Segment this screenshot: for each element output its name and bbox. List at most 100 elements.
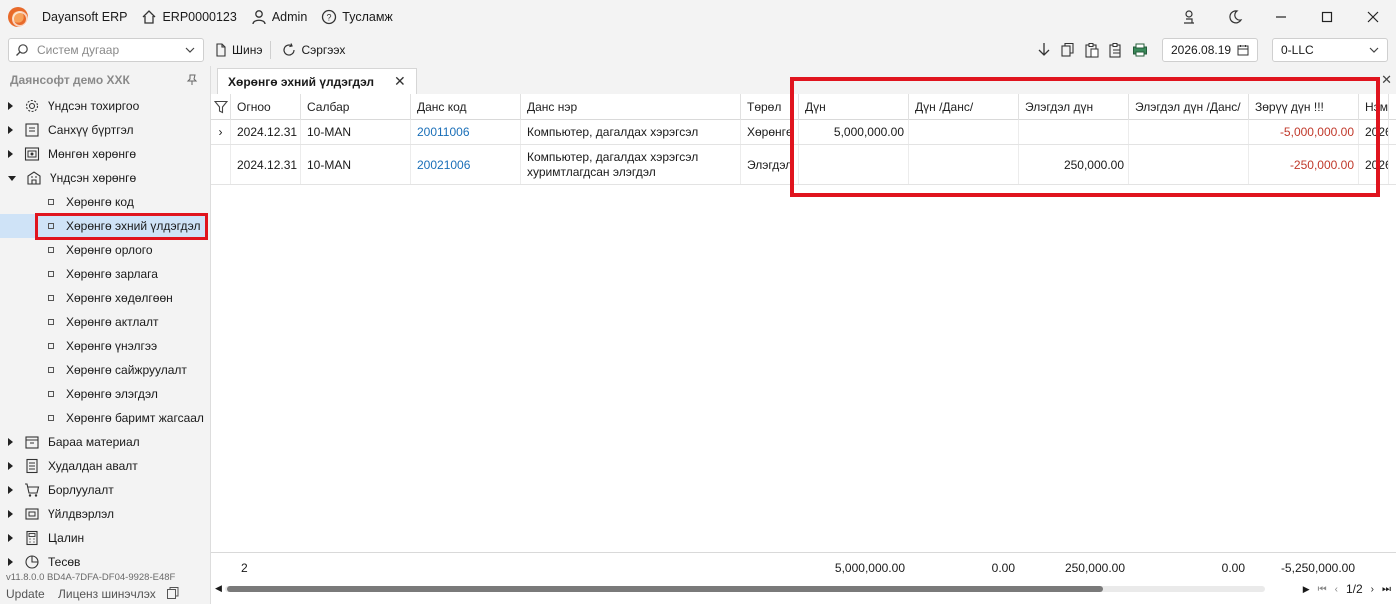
collapse-icon[interactable] <box>8 175 16 181</box>
sidebar-item-label: Мөнгөн хөрөнгө <box>48 147 137 161</box>
sidebar-item-production[interactable]: Үйлдвэрлэл <box>0 502 208 526</box>
moon-icon <box>1229 10 1243 24</box>
scroll-left-icon[interactable]: ◀ <box>215 583 222 594</box>
search-box[interactable] <box>8 38 204 62</box>
expand-icon[interactable] <box>8 438 13 446</box>
last-page-icon[interactable]: ⏭ <box>1382 584 1391 595</box>
scroll-right-icon[interactable]: ▶ <box>1303 584 1310 595</box>
column-header-amount-account[interactable]: Дүн /Данс/ <box>909 94 1019 120</box>
column-header-depreciation[interactable]: Элэгдэл дүн <box>1019 94 1129 120</box>
scroll-thumb[interactable] <box>227 586 1103 592</box>
new-button[interactable]: Шинэ <box>214 43 262 57</box>
column-header-difference[interactable]: Зөрүү дүн !!! <box>1249 94 1359 120</box>
paste-icon[interactable] <box>1084 42 1100 58</box>
filter-icon <box>213 100 228 114</box>
clipboard-icon[interactable] <box>1108 42 1124 58</box>
table-row[interactable]: › 2024.12.31 10-MAN 20011006 Компьютер, … <box>211 120 1396 145</box>
expand-icon[interactable] <box>8 126 13 134</box>
sidebar-item-purchase[interactable]: Худалдан авалт <box>0 454 208 478</box>
sidebar-subitem-asset-depreciation[interactable]: Хөрөнгө элэгдэл <box>0 382 208 406</box>
column-header-number[interactable]: Нэм <box>1359 94 1389 120</box>
sidebar-item-general-settings[interactable]: Үндсэн тохиргоо <box>0 94 208 118</box>
help-button[interactable]: ? Тусламж <box>321 9 393 25</box>
maximize-button[interactable] <box>1304 0 1350 34</box>
sidebar-item-fixed-assets[interactable]: Үндсэн хөрөнгө <box>0 166 208 190</box>
sidebar-item-sales[interactable]: Борлуулалт <box>0 478 208 502</box>
copy-icon[interactable] <box>166 586 180 600</box>
prev-page-icon[interactable]: ‹ <box>1335 584 1338 595</box>
next-page-icon[interactable]: › <box>1371 584 1374 595</box>
column-header-date[interactable]: Огноо <box>231 94 301 120</box>
first-page-icon[interactable]: ⏮ <box>1318 584 1327 595</box>
sidebar-subitem-asset-income[interactable]: Хөрөнгө орлого <box>0 238 208 262</box>
tab-opening-balance[interactable]: Хөрөнгө эхний үлдэгдэл ✕ <box>217 68 417 94</box>
assistant-button[interactable] <box>1166 0 1212 34</box>
bullet-icon <box>48 415 54 421</box>
sidebar-subitem-label: Хөрөнгө сайжруулалт <box>66 363 187 377</box>
pin-icon[interactable] <box>186 74 198 86</box>
cell-date: 2024.12.31 <box>231 120 301 144</box>
row-indicator <box>211 145 231 184</box>
sidebar-subitem-label: Хөрөнгө актлалт <box>66 315 159 329</box>
refresh-icon <box>283 43 296 56</box>
cell-account-code[interactable]: 20011006 <box>411 120 521 144</box>
cell-depreciation-account <box>1129 145 1249 184</box>
cell-account-code[interactable]: 20021006 <box>411 145 521 184</box>
expand-icon[interactable] <box>8 150 13 158</box>
column-header-amount[interactable]: Дүн <box>799 94 909 120</box>
cell-depreciation-account <box>1129 120 1249 144</box>
horizontal-scrollbar[interactable]: ◀ ▶ ⏮ ‹ 1/2 › ⏭ <box>211 582 1396 596</box>
sidebar-subitem-asset-movement[interactable]: Хөрөнгө хөдөлгөөн <box>0 286 208 310</box>
app-name: Dayansoft ERP <box>42 10 128 24</box>
sidebar-item-inventory[interactable]: Бараа материал <box>0 430 208 454</box>
date-picker[interactable]: 2026.08.19 <box>1162 38 1258 62</box>
filter-button[interactable] <box>211 94 231 120</box>
help-icon: ? <box>322 9 337 25</box>
sidebar-subitem-asset-valuation[interactable]: Хөрөнгө үнэлгээ <box>0 334 208 358</box>
column-header-account-code[interactable]: Данс код <box>411 94 521 120</box>
company-code-button[interactable]: ERP0000123 <box>141 9 237 25</box>
expand-icon[interactable] <box>8 534 13 542</box>
sidebar-item-finance[interactable]: Санхүү бүртгэл <box>0 118 208 142</box>
update-link[interactable]: Update <box>6 587 45 601</box>
dark-mode-button[interactable] <box>1212 0 1258 34</box>
sidebar-item-label: Бараа материал <box>48 435 140 449</box>
chevron-down-icon[interactable] <box>185 45 195 55</box>
main-toolbar: Шинэ Сэргээх 2026.08.19 0-LLC <box>0 34 1396 66</box>
expand-icon[interactable] <box>8 462 13 470</box>
expand-icon[interactable] <box>8 486 13 494</box>
sidebar-subitem-asset-improvement[interactable]: Хөрөнгө сайжруулалт <box>0 358 208 382</box>
close-all-icon[interactable]: ✕ <box>1381 72 1392 88</box>
download-icon[interactable] <box>1036 42 1052 58</box>
sidebar-subitem-asset-expense[interactable]: Хөрөнгө зарлага <box>0 262 208 286</box>
license-link[interactable]: Лиценз шинэчлэх <box>58 587 156 601</box>
user-button[interactable]: Admin <box>251 9 307 25</box>
bullet-icon <box>48 199 54 205</box>
cell-type: Хөрөнгө <box>741 120 799 144</box>
search-input[interactable] <box>37 43 177 57</box>
expand-icon[interactable] <box>8 558 13 566</box>
column-header-account-name[interactable]: Данс нэр <box>521 94 741 120</box>
calendar-icon[interactable] <box>1237 44 1249 56</box>
expand-icon[interactable] <box>8 102 13 110</box>
company-select[interactable]: 0-LLC <box>1272 38 1388 62</box>
sidebar-subitem-asset-document-list[interactable]: Хөрөнгө баримт жагсаал <box>0 406 208 430</box>
sidebar-subitem-asset-writeoff[interactable]: Хөрөнгө актлалт <box>0 310 208 334</box>
table-row[interactable]: 2024.12.31 10-MAN 20021006 Компьютер, да… <box>211 145 1396 185</box>
copy-icon[interactable] <box>1060 42 1076 58</box>
scroll-track[interactable] <box>225 586 1265 592</box>
sidebar-subitem-asset-code[interactable]: Хөрөнгө код <box>0 190 208 214</box>
row-expand-icon[interactable]: › <box>211 120 231 144</box>
minimize-button[interactable] <box>1258 0 1304 34</box>
close-window-button[interactable] <box>1350 0 1396 34</box>
close-icon[interactable]: ✕ <box>394 73 406 90</box>
sidebar-item-cash[interactable]: Мөнгөн хөрөнгө <box>0 142 208 166</box>
date-value: 2026.08.19 <box>1171 43 1232 57</box>
refresh-button[interactable]: Сэргээх <box>281 42 345 58</box>
print-icon[interactable] <box>1132 42 1148 58</box>
column-header-type[interactable]: Төрөл <box>741 94 799 120</box>
sidebar-item-payroll[interactable]: Цалин <box>0 526 208 550</box>
column-header-branch[interactable]: Салбар <box>301 94 411 120</box>
column-header-depreciation-account[interactable]: Элэгдэл дүн /Данс/ <box>1129 94 1249 120</box>
expand-icon[interactable] <box>8 510 13 518</box>
